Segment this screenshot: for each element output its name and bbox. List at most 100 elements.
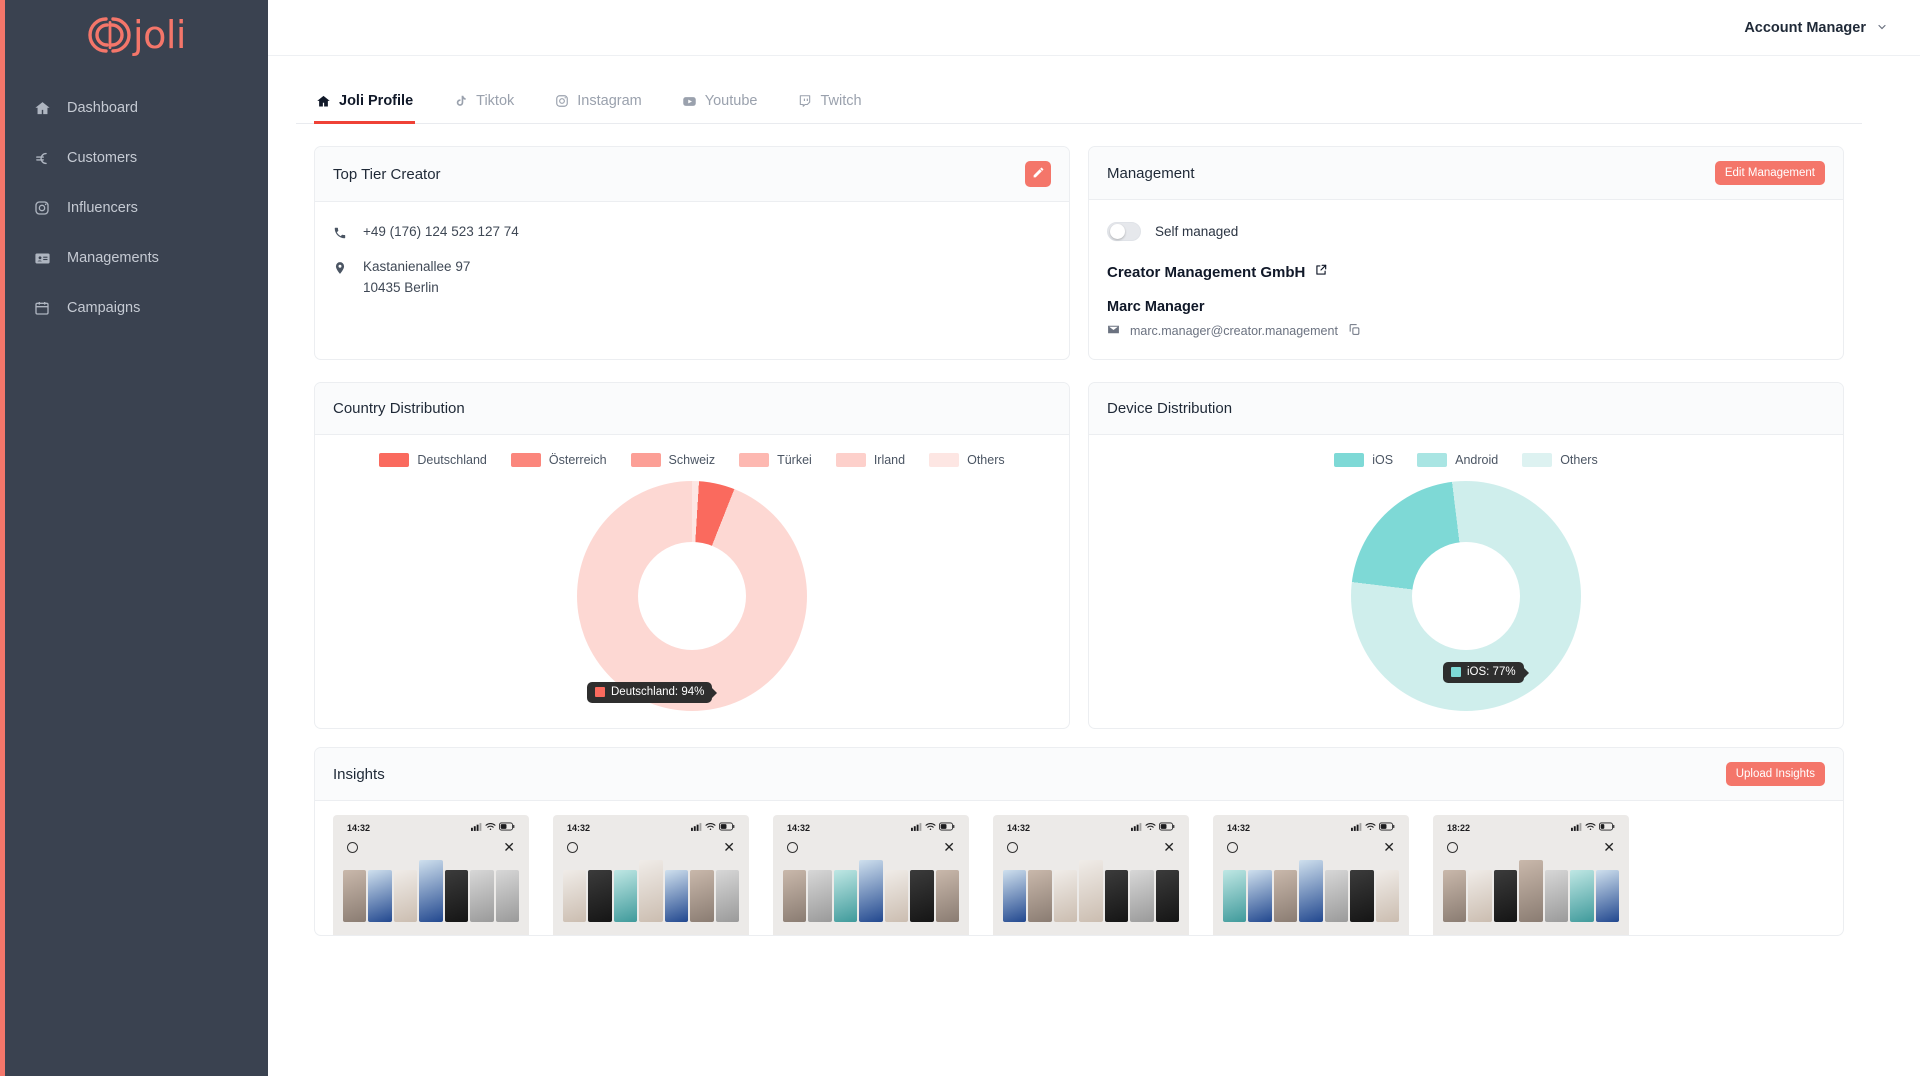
top-bar: Account Manager bbox=[268, 0, 1920, 56]
instagram-icon bbox=[554, 94, 569, 109]
phone-status-bar: 14:32 bbox=[1001, 822, 1181, 833]
tab-youtube[interactable]: Youtube bbox=[680, 83, 760, 124]
legend-label: Irland bbox=[873, 453, 906, 467]
thumb bbox=[690, 870, 714, 922]
legend-item[interactable]: Others bbox=[1522, 453, 1598, 467]
wifi-icon bbox=[1585, 822, 1596, 833]
top-cards-row: Top Tier Creator +49 (176) 124 523 127 7… bbox=[296, 146, 1862, 360]
app-logo[interactable]: joli bbox=[5, 0, 268, 62]
insight-screenshot[interactable]: 14:32 ✕ bbox=[993, 815, 1189, 935]
status-time: 14:32 bbox=[787, 822, 811, 833]
circle-icon[interactable] bbox=[1007, 841, 1018, 853]
legend-item[interactable]: Android bbox=[1417, 453, 1498, 467]
tab-joli-profile[interactable]: Joli Profile bbox=[314, 83, 416, 124]
phone-controls: ✕ bbox=[1441, 833, 1621, 854]
wifi-icon bbox=[925, 822, 936, 833]
toggle-knob bbox=[1110, 224, 1125, 239]
insight-screenshot[interactable]: 14:32 ✕ bbox=[1213, 815, 1409, 935]
close-icon[interactable]: ✕ bbox=[503, 840, 515, 854]
tab-tiktok[interactable]: Tiktok bbox=[451, 83, 516, 124]
sidebar-item-label: Campaigns bbox=[67, 300, 141, 316]
close-icon[interactable]: ✕ bbox=[1603, 840, 1615, 854]
tooltip-swatch-icon bbox=[595, 687, 605, 697]
phone-controls: ✕ bbox=[1001, 833, 1181, 854]
legend-item[interactable]: Schweiz bbox=[630, 453, 715, 467]
legend-swatch-icon bbox=[739, 453, 770, 467]
thumb bbox=[1104, 870, 1129, 922]
insights-thumbnail-strip: 14:32 ✕ 14:32 ✕ 14:32 ✕ 14:32 ✕ 14:32 ✕ … bbox=[315, 801, 1843, 935]
legend-label: Türkei bbox=[777, 453, 812, 467]
management-card-header: Management Edit Management bbox=[1089, 147, 1843, 200]
close-icon[interactable]: ✕ bbox=[943, 840, 955, 854]
thumb bbox=[588, 870, 612, 922]
edit-profile-button[interactable] bbox=[1025, 161, 1051, 187]
profile-address-line2: 10435 Berlin bbox=[363, 280, 439, 295]
tab-label: Youtube bbox=[704, 93, 758, 109]
upload-insights-button[interactable]: Upload Insights bbox=[1725, 762, 1825, 786]
close-icon[interactable]: ✕ bbox=[1163, 840, 1175, 854]
status-time: 14:32 bbox=[567, 822, 591, 833]
profile-address-row: Kastanienallee 97 10435 Berlin bbox=[333, 259, 1051, 295]
insight-screenshot[interactable]: 14:32 ✕ bbox=[333, 815, 529, 935]
legend-item[interactable]: Irland bbox=[835, 453, 906, 467]
thumb bbox=[884, 870, 909, 922]
copy-icon[interactable] bbox=[1348, 323, 1361, 339]
device-chart-tooltip: iOS: 77% bbox=[1443, 662, 1524, 683]
close-icon[interactable]: ✕ bbox=[1383, 840, 1395, 854]
legend-swatch-icon bbox=[1522, 453, 1553, 467]
sidebar-item-campaigns[interactable]: Campaigns bbox=[5, 288, 268, 328]
profile-phone-row: +49 (176) 124 523 127 74 bbox=[333, 224, 1051, 243]
wifi-icon bbox=[1145, 822, 1156, 833]
thumb bbox=[495, 870, 519, 922]
account-manager-label: Account Manager bbox=[1744, 19, 1866, 36]
status-indicators bbox=[691, 822, 735, 833]
circle-icon[interactable] bbox=[347, 841, 358, 853]
sidebar-item-influencers[interactable]: Influencers bbox=[5, 188, 268, 228]
thumb bbox=[613, 870, 638, 922]
legend-label: Android bbox=[1455, 453, 1499, 467]
device-card-title: Device Distribution bbox=[1107, 400, 1233, 417]
legend-item[interactable]: Others bbox=[929, 453, 1005, 467]
country-card-title: Country Distribution bbox=[333, 400, 465, 417]
phone-status-bar: 14:32 bbox=[341, 822, 521, 833]
tab-instagram[interactable]: Instagram bbox=[552, 83, 643, 124]
manager-name: Marc Manager bbox=[1107, 299, 1205, 315]
sidebar-item-managements[interactable]: Managements bbox=[5, 238, 268, 278]
close-icon[interactable]: ✕ bbox=[723, 840, 735, 854]
tab-label: Instagram bbox=[577, 93, 642, 109]
page-content: Joli Profile Tiktok Instagram Youtube Tw… bbox=[268, 82, 1920, 936]
tab-twitch[interactable]: Twitch bbox=[795, 83, 863, 124]
account-manager-menu[interactable]: Account Manager bbox=[1744, 20, 1888, 36]
circle-icon[interactable] bbox=[787, 841, 798, 853]
device-card-header: Device Distribution bbox=[1089, 383, 1843, 435]
circle-icon[interactable] bbox=[1227, 841, 1238, 853]
circle-icon[interactable] bbox=[1447, 841, 1458, 853]
thumb bbox=[1028, 870, 1052, 922]
sidebar-item-customers[interactable]: Customers bbox=[5, 138, 268, 178]
sidebar-item-dashboard[interactable]: Dashboard bbox=[5, 88, 268, 128]
legend-swatch-icon bbox=[929, 453, 960, 467]
tab-label: Joli Profile bbox=[339, 93, 414, 109]
profile-card-body: +49 (176) 124 523 127 74 Kastanienallee … bbox=[315, 202, 1069, 342]
thumb bbox=[1493, 870, 1518, 922]
thumb bbox=[1519, 860, 1543, 922]
management-card-body: Self managed Creator Management GmbH Mar… bbox=[1089, 200, 1843, 359]
status-time: 14:32 bbox=[1227, 822, 1251, 833]
thumb bbox=[715, 870, 739, 922]
insight-screenshot[interactable]: 18:22 ✕ bbox=[1433, 815, 1629, 935]
thumb bbox=[1324, 870, 1349, 922]
country-donut-ring[interactable] bbox=[577, 481, 807, 711]
self-managed-toggle[interactable] bbox=[1107, 222, 1141, 241]
legend-item[interactable]: iOS bbox=[1334, 453, 1393, 467]
legend-item[interactable]: Türkei bbox=[739, 453, 812, 467]
sidebar: joli Dashboard Customers Influencers Man… bbox=[0, 0, 268, 1076]
wifi-icon bbox=[485, 822, 496, 833]
legend-item[interactable]: Österreich bbox=[510, 453, 607, 467]
edit-management-button[interactable]: Edit Management bbox=[1714, 161, 1825, 185]
insight-screenshot[interactable]: 14:32 ✕ bbox=[553, 815, 749, 935]
circle-icon[interactable] bbox=[567, 841, 578, 853]
insight-screenshot[interactable]: 14:32 ✕ bbox=[773, 815, 969, 935]
management-company-link[interactable]: Creator Management GmbH bbox=[1107, 263, 1825, 281]
legend-item[interactable]: Deutschland bbox=[379, 453, 487, 467]
insights-card: Insights Upload Insights 14:32 ✕ 14:32 ✕… bbox=[314, 747, 1844, 936]
